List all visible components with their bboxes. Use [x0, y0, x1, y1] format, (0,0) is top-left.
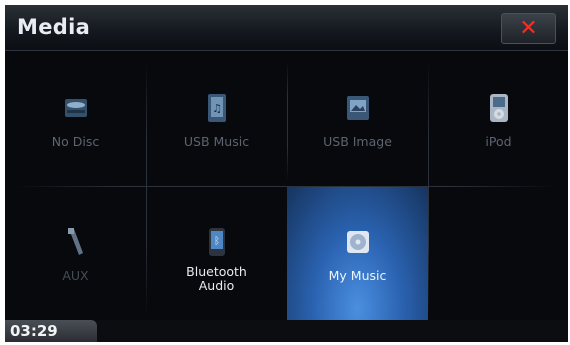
status-bar: 03:29	[5, 320, 568, 342]
tile-ipod[interactable]: iPod	[428, 53, 568, 188]
clock: 03:29	[5, 320, 97, 342]
usb-image-icon	[345, 93, 371, 123]
usb-music-icon: ♫	[204, 93, 230, 123]
tile-aux[interactable]: AUX	[5, 187, 146, 322]
aux-cable-icon	[63, 227, 89, 257]
bluetooth-phone-icon: ᛒ	[204, 227, 230, 257]
page-title: Media	[17, 15, 91, 39]
tile-usb-music[interactable]: ♫ USB Music	[146, 53, 287, 188]
media-screen: Media ✕ No Disc ♫ USB Music USB Image iP…	[5, 5, 568, 342]
top-bar: Media ✕	[5, 5, 568, 51]
tile-label: iPod	[485, 134, 512, 149]
disc-icon	[63, 93, 89, 123]
tile-bluetooth-audio[interactable]: ᛒ Bluetooth Audio	[146, 187, 287, 322]
ipod-icon	[486, 93, 512, 123]
tile-label: AUX	[62, 268, 89, 283]
close-icon: ✕	[519, 15, 538, 41]
tile-label: USB Image	[323, 134, 392, 149]
tile-my-music[interactable]: My Music	[287, 187, 428, 322]
svg-text:♫: ♫	[212, 102, 222, 115]
tile-label: USB Music	[183, 134, 250, 149]
close-button[interactable]: ✕	[501, 13, 556, 44]
media-source-grid: No Disc ♫ USB Music USB Image iPod AUX ᛒ…	[5, 53, 568, 322]
cd-icon	[345, 227, 371, 257]
tile-label: My Music	[328, 268, 387, 283]
svg-text:ᛒ: ᛒ	[214, 236, 220, 247]
tile-label: Bluetooth Audio	[186, 264, 247, 293]
tile-label: No Disc	[51, 134, 100, 149]
tile-usb-image[interactable]: USB Image	[287, 53, 428, 188]
tile-no-disc[interactable]: No Disc	[5, 53, 146, 188]
